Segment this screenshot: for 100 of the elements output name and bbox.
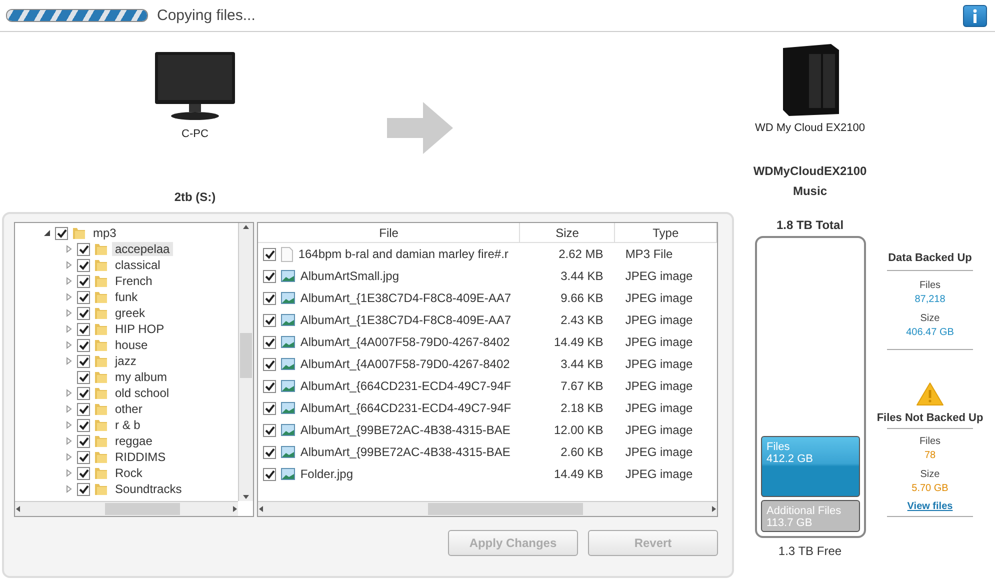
column-header[interactable]: File: [258, 223, 520, 242]
tree-item[interactable]: r & b: [112, 418, 144, 432]
file-type: JPEG image: [624, 269, 694, 283]
scroll-thumb[interactable]: [105, 503, 180, 515]
tree-item[interactable]: old school: [112, 386, 172, 400]
tree-item[interactable]: classical: [112, 258, 164, 272]
checkbox[interactable]: [77, 418, 90, 432]
scroll-right-icon[interactable]: [232, 505, 238, 513]
checkbox[interactable]: [77, 434, 90, 448]
expand-arrow-icon[interactable]: [65, 405, 73, 413]
tree-item[interactable]: funk: [112, 290, 141, 304]
checkbox[interactable]: [77, 402, 90, 416]
expand-arrow-icon[interactable]: [65, 485, 73, 493]
checkbox[interactable]: [77, 290, 90, 304]
checkbox[interactable]: [77, 466, 90, 480]
checkbox[interactable]: [77, 258, 90, 272]
tree-item[interactable]: jazz: [112, 354, 140, 368]
view-files-link[interactable]: View files: [907, 501, 953, 512]
file-type: JPEG image: [624, 291, 694, 305]
expand-arrow-icon[interactable]: [65, 357, 73, 365]
file-size: 3.44 KB: [560, 269, 604, 283]
checkbox[interactable]: [263, 380, 276, 392]
expand-arrow-icon[interactable]: [65, 245, 73, 253]
expand-arrow-icon[interactable]: [65, 277, 73, 285]
checkbox[interactable]: [77, 338, 90, 352]
scrollbar[interactable]: [15, 501, 238, 516]
expand-arrow-icon[interactable]: [65, 325, 73, 333]
tree-item[interactable]: reggae: [112, 434, 156, 448]
file-type: JPEG image: [624, 423, 694, 437]
expand-arrow-icon[interactable]: [65, 469, 73, 477]
file-name: AlbumArt_{664CD231-ECD4-49C7-94F: [300, 379, 512, 393]
checkbox[interactable]: [77, 242, 90, 256]
checkbox[interactable]: [77, 322, 90, 336]
file-size: 3.44 KB: [560, 357, 604, 371]
monitor-icon: [153, 50, 237, 122]
tree-item[interactable]: accepelaa: [112, 242, 173, 256]
tree-item[interactable]: other: [112, 402, 146, 416]
checkbox[interactable]: [77, 450, 90, 464]
folder-icon: [94, 354, 108, 368]
file-size: 14.49 KB: [552, 467, 604, 481]
tree-item[interactable]: my album: [112, 370, 170, 384]
image-file-icon: [281, 314, 296, 326]
tree-item[interactable]: Soundtracks: [112, 482, 185, 496]
scroll-right-icon[interactable]: [711, 505, 717, 513]
checkbox[interactable]: [77, 274, 90, 288]
tree-item[interactable]: HIP HOP: [112, 322, 168, 336]
checkbox[interactable]: [263, 358, 276, 370]
collapse-arrow-icon[interactable]: [43, 229, 51, 237]
checkbox[interactable]: [263, 446, 276, 458]
checkbox[interactable]: [77, 354, 90, 368]
tree-item[interactable]: mp3: [90, 226, 120, 240]
checkbox[interactable]: [77, 306, 90, 320]
column-header[interactable]: Type: [615, 223, 717, 242]
checkbox[interactable]: [263, 248, 276, 260]
tree-item[interactable]: house: [112, 338, 151, 352]
scroll-thumb[interactable]: [240, 333, 252, 378]
scroll-left-icon[interactable]: [258, 505, 264, 513]
info-button[interactable]: [963, 4, 987, 26]
scrollbar[interactable]: [238, 223, 254, 501]
folder-icon: [94, 306, 108, 320]
checkbox[interactable]: [263, 468, 276, 480]
expand-arrow-icon[interactable]: [65, 389, 73, 397]
file-type: JPEG image: [624, 401, 694, 415]
section-title: Data Backed Up: [888, 252, 972, 264]
scroll-up-icon[interactable]: [243, 223, 250, 231]
checkbox[interactable]: [77, 482, 90, 496]
checkbox[interactable]: [263, 270, 276, 282]
folder-icon: [94, 322, 108, 336]
expand-arrow-icon[interactable]: [65, 293, 73, 301]
checkbox[interactable]: [263, 336, 276, 348]
expand-arrow-icon[interactable]: [65, 453, 73, 461]
stat-value: 87,218: [914, 293, 946, 307]
checkbox[interactable]: [55, 226, 68, 240]
checkbox[interactable]: [263, 314, 276, 326]
column-header[interactable]: Size: [520, 223, 616, 242]
expand-arrow-icon[interactable]: [65, 341, 73, 349]
checkbox[interactable]: [77, 386, 90, 400]
checkbox[interactable]: [77, 370, 90, 384]
file-type: JPEG image: [624, 335, 694, 349]
expand-arrow-icon[interactable]: [65, 437, 73, 445]
scrollbar[interactable]: [258, 501, 717, 516]
tree-item[interactable]: Rock: [112, 466, 146, 480]
expand-arrow-icon[interactable]: [65, 421, 73, 429]
scroll-left-icon[interactable]: [15, 505, 21, 513]
folder-icon: [94, 402, 108, 416]
tree-item[interactable]: French: [112, 274, 156, 288]
file-name: AlbumArt_{4A007F58-79D0-4267-8402: [300, 335, 510, 349]
expand-arrow-icon[interactable]: [65, 309, 73, 317]
expand-arrow-icon[interactable]: [65, 261, 73, 269]
scroll-thumb[interactable]: [428, 503, 584, 515]
image-file-icon: [281, 358, 296, 370]
scroll-down-icon[interactable]: [243, 493, 250, 501]
stat-label: Size: [920, 312, 940, 326]
checkbox[interactable]: [263, 292, 276, 304]
share-host: WDMyCloudEX2100: [753, 164, 867, 178]
checkbox[interactable]: [263, 402, 276, 414]
checkbox[interactable]: [263, 424, 276, 436]
tree-item[interactable]: greek: [112, 306, 148, 320]
folder-icon: [94, 290, 108, 304]
tree-item[interactable]: RIDDIMS: [112, 450, 169, 464]
